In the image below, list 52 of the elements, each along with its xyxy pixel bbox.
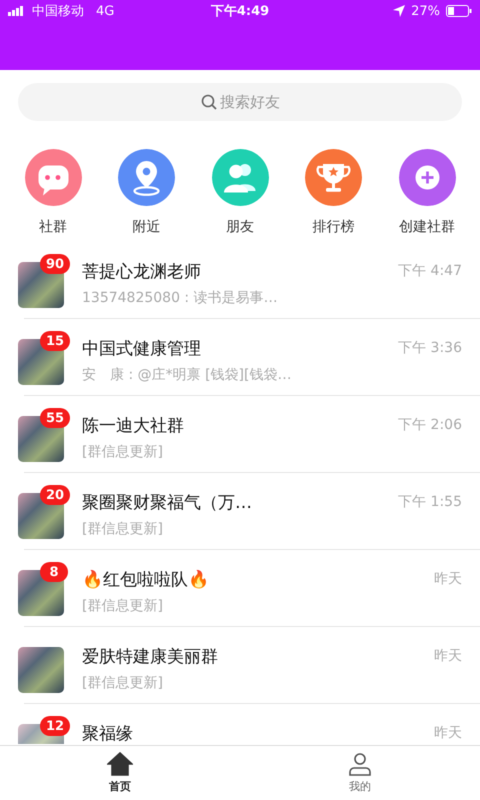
message-preview: [群信息更新]	[82, 674, 164, 692]
search-field[interactable]: 搜索好友	[18, 83, 462, 121]
chat-time: 下午 2:06	[398, 416, 462, 434]
message-preview: 13574825080 : 读书是易事…	[82, 289, 279, 307]
chat-name: 菩提心龙渊老师	[82, 261, 202, 283]
unread-count: 8	[40, 562, 68, 582]
shortcut-button[interactable]: 排行榜	[296, 149, 372, 236]
shortcut-button[interactable]: 社群	[15, 149, 91, 236]
chat-time: 下午 4:47	[398, 262, 462, 280]
chat-item[interactable]: 90 菩提心龙渊老师 13574825080 : 读书是易事… 下午 4:47	[0, 242, 480, 318]
unread-count: 15	[40, 331, 70, 351]
carrier-name: 中国移动	[32, 3, 84, 20]
location-arrow-icon	[393, 5, 406, 17]
shortcut-button[interactable]: 附近	[108, 149, 184, 236]
chat-time: 昨天	[434, 570, 462, 588]
message-preview: [群信息更新]	[82, 597, 164, 615]
unread-count: 20	[40, 485, 70, 505]
chat-name: 陈一迪大社群	[82, 415, 185, 437]
unread-count: 12	[40, 716, 70, 736]
message-preview: 安 康 : @庄*明禀 [钱袋][钱袋…	[82, 366, 292, 384]
chat-item[interactable]: 20 聚圈聚财聚福气（万… [群信息更新] 下午 1:55	[0, 473, 480, 549]
tab-item[interactable]: 首页	[0, 746, 240, 800]
chat-item[interactable]: 55 陈一迪大社群 [群信息更新] 下午 2:06	[0, 396, 480, 472]
chat-time: 昨天	[434, 647, 462, 665]
signal-icon	[8, 6, 26, 16]
chat-name: 爱肤特建康美丽群	[82, 646, 219, 668]
chat-name: 聚福缘	[82, 723, 134, 744]
chat-time: 下午 3:36	[398, 339, 462, 357]
chat-name: 🔥红包啦啦队🔥	[82, 569, 210, 591]
unread-count: 55	[40, 408, 70, 428]
chat-item[interactable]: 12 聚福缘 昨天	[0, 704, 480, 744]
shortcut-button[interactable]: 朋友	[202, 149, 278, 236]
network-type: 4G	[96, 4, 114, 18]
chat-item[interactable]: 爱肤特建康美丽群 [群信息更新] 昨天	[0, 627, 480, 703]
message-preview: [群信息更新]	[82, 443, 164, 461]
battery-percent: 27%	[411, 4, 440, 18]
tab-item[interactable]: 我的	[240, 746, 480, 800]
chat-time: 昨天	[434, 724, 462, 742]
profile-icon	[348, 752, 372, 776]
message-preview: [群信息更新]	[82, 520, 164, 538]
chat-item[interactable]: 8 🔥红包啦啦队🔥 [群信息更新] 昨天	[0, 550, 480, 626]
unread-count: 90	[40, 254, 70, 274]
status-time: 下午4:49	[210, 3, 270, 20]
chat-item[interactable]: 15 中国式健康管理 安 康 : @庄*明禀 [钱袋][钱袋… 下午 3:36	[0, 319, 480, 395]
search-icon	[201, 94, 217, 110]
group-avatar-placeholder	[18, 647, 64, 693]
chat-name: 聚圈聚财聚福气（万…	[82, 492, 253, 514]
home-icon	[107, 752, 133, 776]
battery-icon	[446, 5, 472, 17]
shortcut-button[interactable]: 创建社群	[389, 149, 465, 236]
chat-name: 中国式健康管理	[82, 338, 202, 360]
chat-time: 下午 1:55	[398, 493, 462, 511]
